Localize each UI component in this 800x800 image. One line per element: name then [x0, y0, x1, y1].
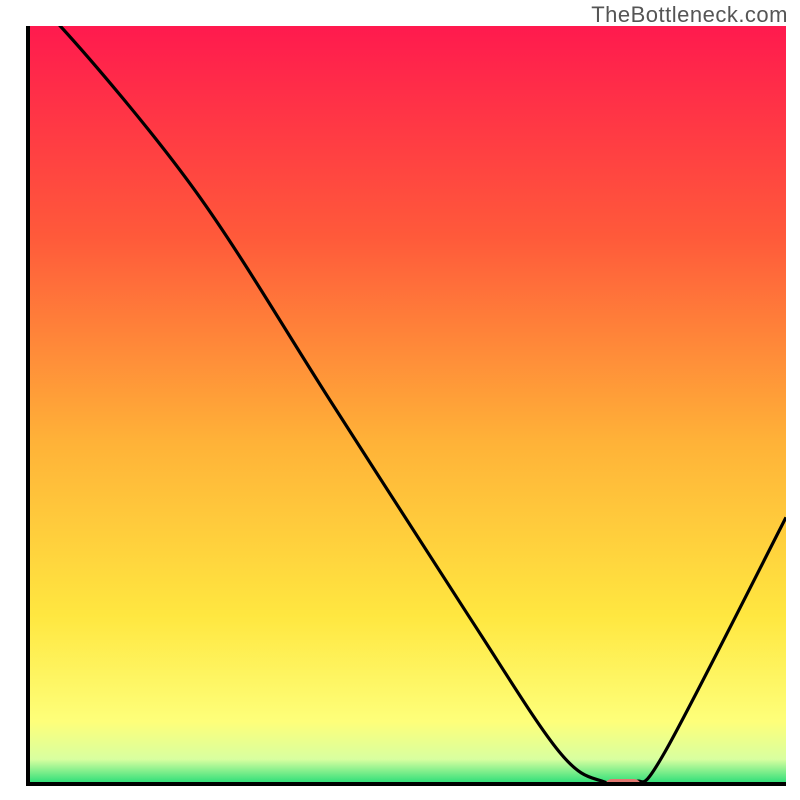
chart-curve: [30, 26, 786, 782]
chart-plot-area: [26, 26, 786, 786]
watermark-text: TheBottleneck.com: [591, 2, 788, 28]
optimum-marker: [605, 779, 641, 786]
